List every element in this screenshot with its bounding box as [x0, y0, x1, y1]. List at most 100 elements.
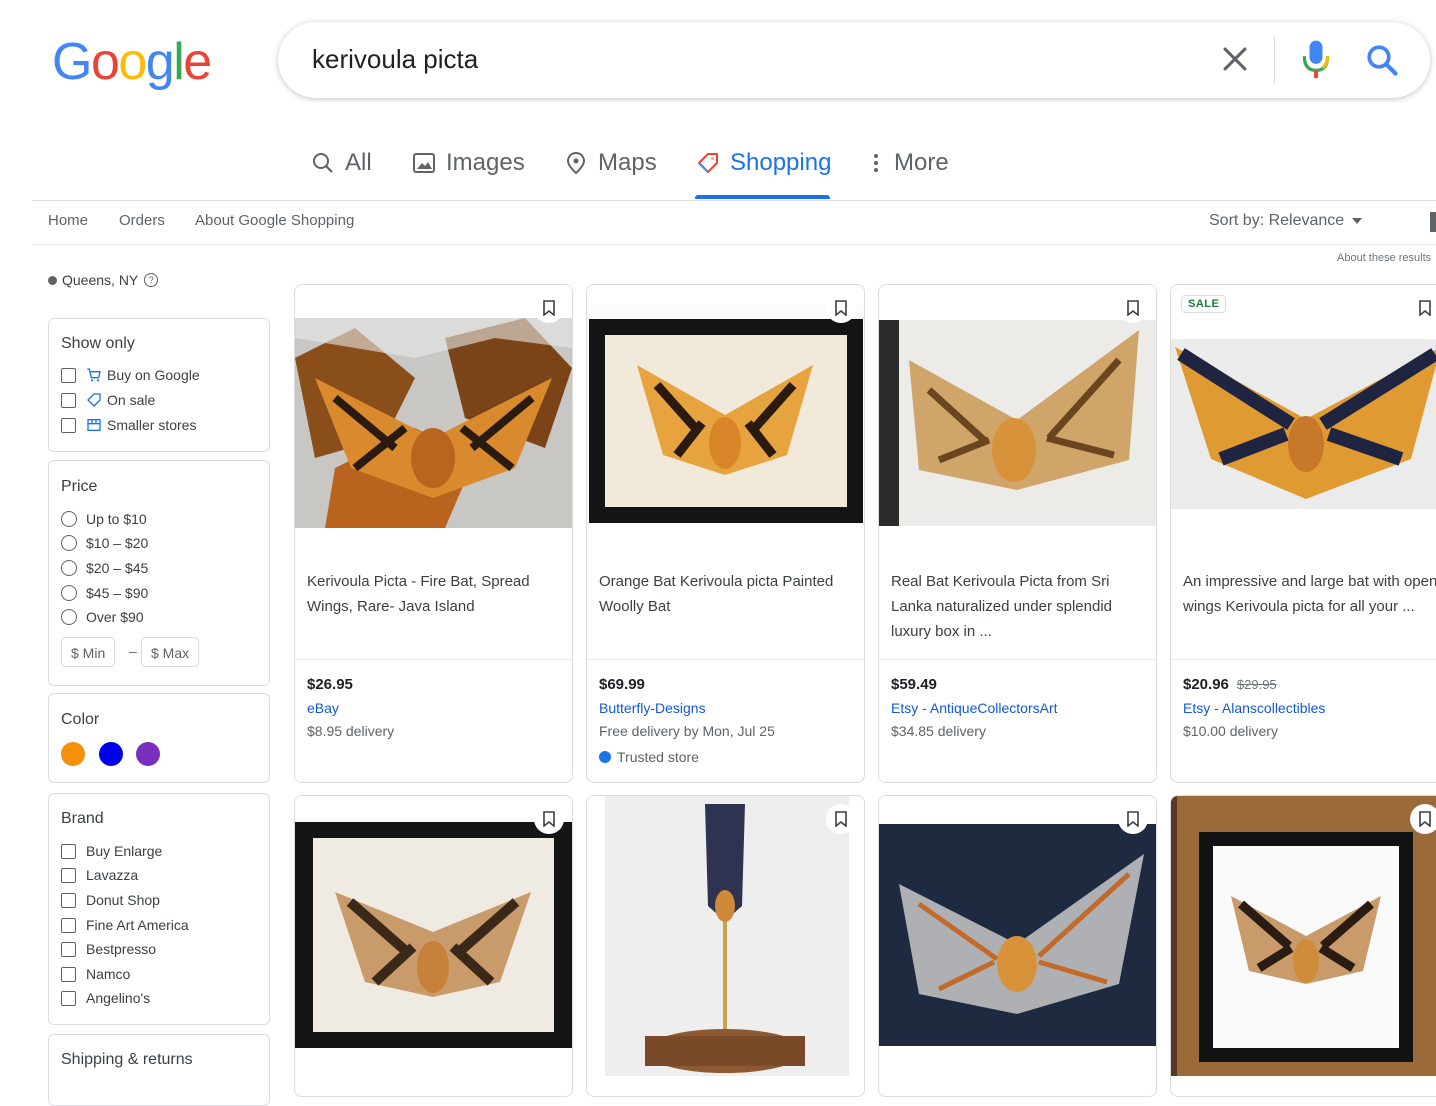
radio-button[interactable]	[61, 560, 77, 576]
filter-label: $45 – $90	[86, 585, 149, 601]
filter-smaller-stores[interactable]: Smaller stores	[61, 417, 196, 433]
checkbox[interactable]	[61, 941, 76, 957]
product-image[interactable]	[1171, 339, 1436, 509]
checkbox[interactable]	[61, 892, 76, 908]
product-image[interactable]	[587, 305, 864, 523]
filter-label: Smaller stores	[107, 417, 197, 433]
brand-option[interactable]: Fine Art America	[61, 917, 189, 933]
clear-icon[interactable]	[1218, 42, 1252, 76]
product-card[interactable]	[878, 795, 1157, 1097]
bookmark-icon	[543, 300, 555, 316]
radio-button[interactable]	[61, 585, 77, 601]
save-button[interactable]	[1118, 293, 1148, 323]
subnav-about-shopping[interactable]: About Google Shopping	[195, 212, 354, 229]
bookmark-icon[interactable]	[1430, 212, 1436, 232]
product-price: $59.49	[891, 676, 937, 693]
product-image[interactable]	[587, 796, 864, 1076]
product-title[interactable]: Real Bat Kerivoula Picta from Sri Lanka …	[891, 569, 1146, 644]
location[interactable]: Queens, NY ?	[48, 272, 159, 288]
product-store[interactable]: Etsy - AntiqueCollectorsArt	[891, 700, 1058, 716]
bookmark-icon	[1419, 300, 1431, 316]
tab-images[interactable]: Images	[412, 146, 525, 180]
product-store[interactable]: Etsy - Alanscollectibles	[1183, 700, 1325, 716]
checkbox[interactable]	[61, 367, 76, 383]
product-card[interactable]	[294, 795, 573, 1097]
save-button[interactable]	[1118, 804, 1148, 834]
filter-buy-on-google[interactable]: Buy on Google	[61, 367, 200, 383]
save-button[interactable]	[826, 804, 856, 834]
search-icon[interactable]	[1364, 42, 1400, 78]
microphone-icon[interactable]	[1300, 38, 1332, 82]
save-button[interactable]	[534, 293, 564, 323]
radio-button[interactable]	[61, 511, 77, 527]
color-swatch-blue[interactable]	[99, 742, 123, 766]
price-max-input[interactable]: $ Max	[141, 637, 200, 667]
checkbox[interactable]	[61, 966, 76, 982]
save-button[interactable]	[534, 804, 564, 834]
product-title[interactable]: Kerivoula Picta - Fire Bat, Spread Wings…	[307, 569, 562, 619]
product-image[interactable]	[1171, 796, 1436, 1076]
product-card[interactable]: Kerivoula Picta - Fire Bat, Spread Wings…	[294, 284, 573, 783]
subnav-home[interactable]: Home	[48, 212, 88, 229]
tab-all[interactable]: All	[311, 146, 372, 180]
search-box[interactable]: kerivoula picta	[278, 22, 1430, 98]
tab-label: Shopping	[730, 149, 832, 176]
color-swatch-purple[interactable]	[136, 742, 160, 766]
about-results-link[interactable]: About these results	[1337, 252, 1431, 264]
save-button[interactable]	[1410, 293, 1436, 323]
checkbox[interactable]	[61, 392, 76, 408]
checkbox[interactable]	[61, 417, 76, 433]
subnav-orders[interactable]: Orders	[119, 212, 165, 229]
tab-shopping[interactable]: Shopping	[696, 146, 831, 180]
filter-title: Price	[61, 478, 98, 495]
price-option[interactable]: $20 – $45	[61, 560, 148, 576]
product-title[interactable]: Orange Bat Kerivoula picta Painted Wooll…	[599, 569, 854, 619]
product-title[interactable]: An impressive and large bat with open wi…	[1183, 569, 1436, 619]
product-image[interactable]	[879, 824, 1156, 1046]
divider	[587, 659, 864, 660]
filter-on-sale[interactable]: On sale	[61, 392, 155, 408]
divider	[32, 200, 1436, 201]
save-button[interactable]	[1410, 804, 1436, 834]
brand-option[interactable]: Angelino's	[61, 990, 150, 1006]
price-min-input[interactable]: $ Min	[61, 637, 116, 667]
brand-option[interactable]: Donut Shop	[61, 892, 160, 908]
brand-option[interactable]: Namco	[61, 966, 130, 982]
tab-label: More	[894, 149, 949, 176]
product-card[interactable]	[586, 795, 865, 1097]
brand-option[interactable]: Buy Enlarge	[61, 843, 162, 859]
search-input[interactable]: kerivoula picta	[312, 44, 478, 75]
tab-maps[interactable]: Maps	[564, 146, 657, 180]
sort-dropdown[interactable]: Sort by: Relevance	[1209, 212, 1363, 230]
product-image[interactable]	[295, 822, 572, 1048]
save-button[interactable]	[826, 293, 856, 323]
google-logo[interactable]: Google	[52, 32, 212, 92]
help-icon[interactable]: ?	[144, 273, 159, 287]
product-card[interactable]	[1170, 795, 1436, 1097]
checkbox[interactable]	[61, 917, 76, 933]
product-image[interactable]	[295, 318, 572, 528]
product-card[interactable]: Real Bat Kerivoula Picta from Sri Lanka …	[878, 284, 1157, 783]
brand-option[interactable]: Lavazza	[61, 867, 138, 883]
price-option[interactable]: Over $90	[61, 609, 144, 625]
product-delivery: $34.85 delivery	[891, 723, 986, 739]
radio-button[interactable]	[61, 535, 77, 551]
filter-label: $20 – $45	[86, 560, 149, 576]
price-option[interactable]: $45 – $90	[61, 585, 148, 601]
product-card[interactable]: Orange Bat Kerivoula picta Painted Wooll…	[586, 284, 865, 783]
checkbox[interactable]	[61, 867, 76, 883]
product-card[interactable]: SALE An impressive and large bat with op…	[1170, 284, 1436, 783]
checkbox[interactable]	[61, 843, 76, 859]
product-store[interactable]: Butterfly-Designs	[599, 700, 706, 716]
product-store[interactable]: eBay	[307, 700, 339, 716]
radio-button[interactable]	[61, 609, 77, 625]
product-image[interactable]	[879, 320, 1156, 526]
checkbox[interactable]	[61, 990, 76, 1006]
price-option[interactable]: $10 – $20	[61, 535, 148, 551]
color-swatch-orange[interactable]	[61, 742, 85, 766]
image-icon	[413, 153, 435, 173]
tab-more[interactable]: More	[868, 146, 949, 180]
brand-option[interactable]: Bestpresso	[61, 941, 156, 957]
price-option[interactable]: Up to $10	[61, 511, 147, 527]
search-icon	[313, 153, 333, 173]
